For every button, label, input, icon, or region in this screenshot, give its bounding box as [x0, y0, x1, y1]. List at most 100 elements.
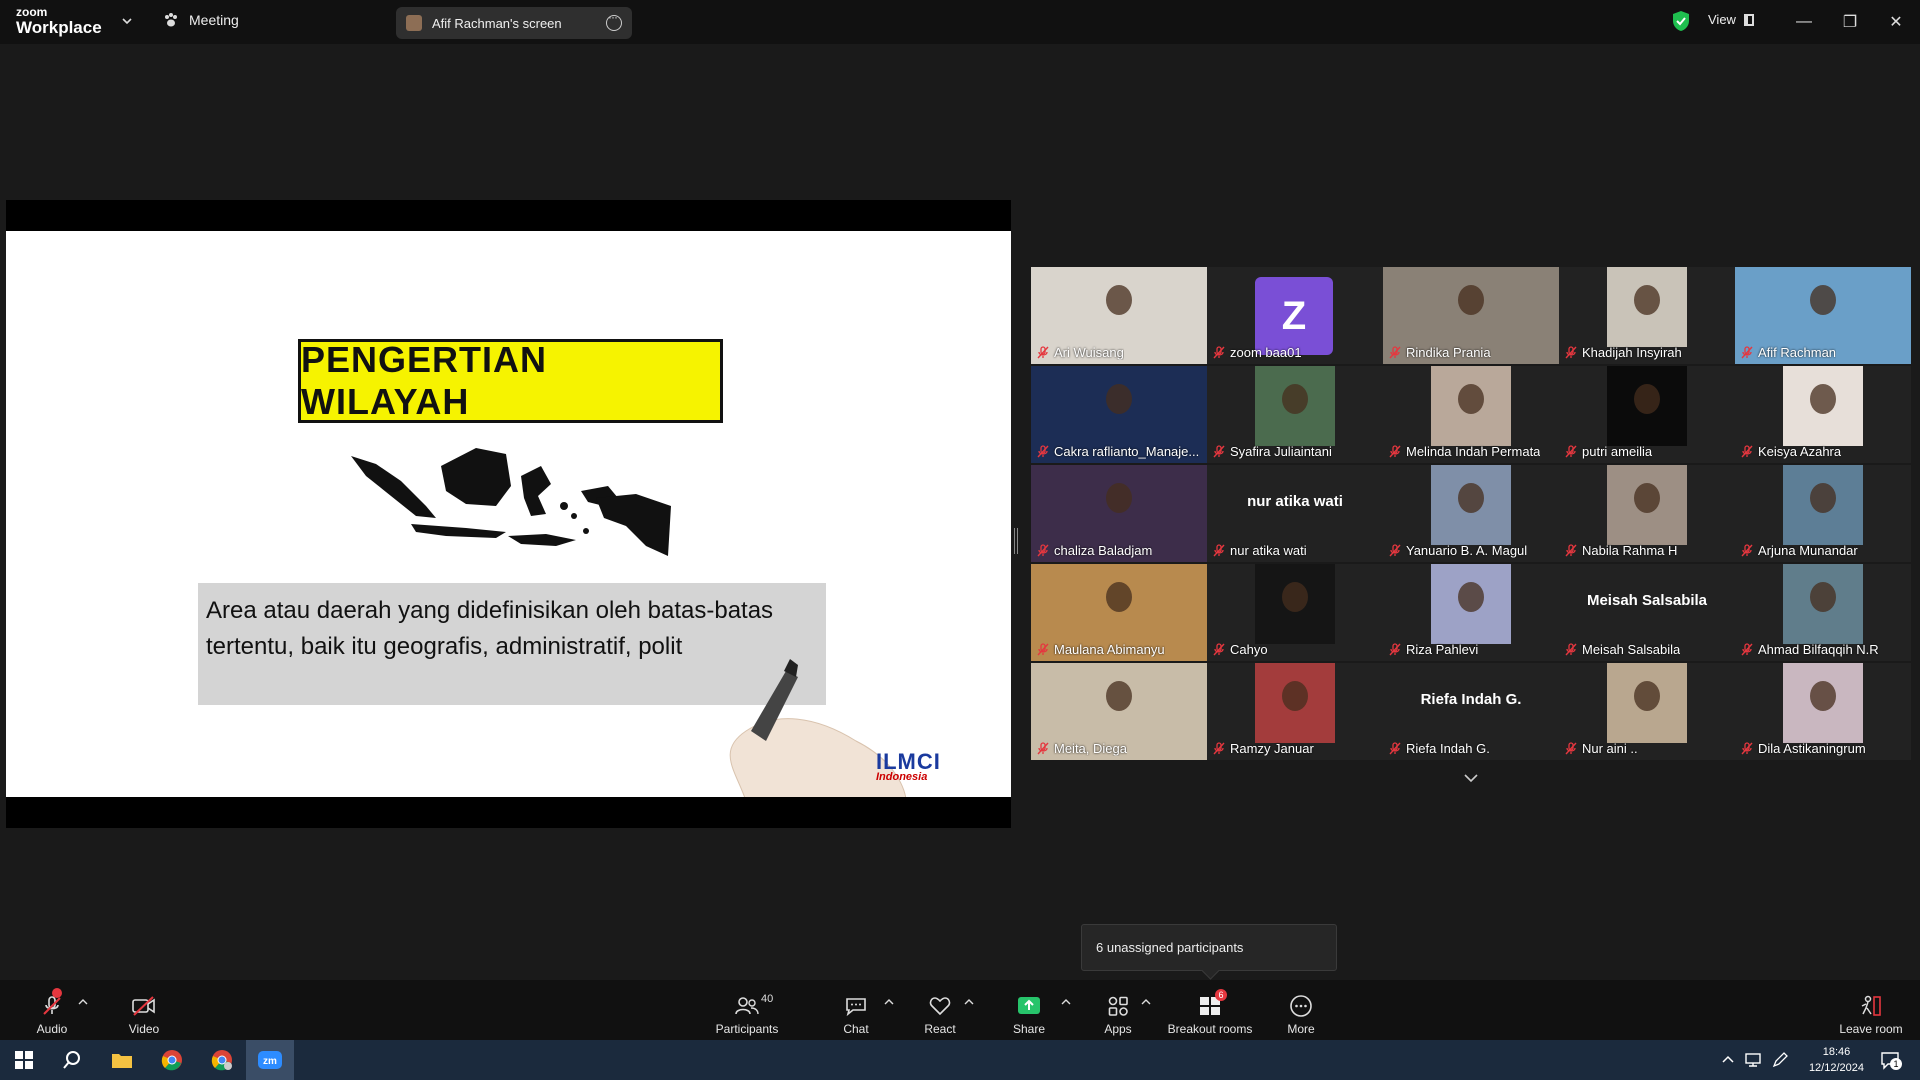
participant-tile[interactable]: Yanuario B. A. Magul	[1383, 465, 1559, 562]
participant-tile[interactable]: Cahyo	[1207, 564, 1383, 661]
view-button[interactable]: View	[1708, 12, 1754, 27]
participant-tile[interactable]: Syafira Juliaintani	[1207, 366, 1383, 463]
zoom-workplace-logo[interactable]: zoom Workplace	[16, 6, 102, 36]
chevron-down-icon[interactable]	[120, 14, 134, 28]
shared-screen[interactable]: PENGERTIAN WILAYAH Area atau daerah yang…	[6, 200, 1011, 828]
person-head-shape	[1810, 285, 1836, 315]
participant-tile[interactable]: Maulana Abimanyu	[1031, 564, 1207, 661]
participant-tile[interactable]: Nur aini ..	[1559, 663, 1735, 760]
participant-name: chaliza Baladjam	[1054, 543, 1153, 558]
chevron-down-icon[interactable]	[1460, 770, 1482, 786]
participant-tile[interactable]: Arjuna Munandar	[1735, 465, 1911, 562]
breakout-rooms-button[interactable]: Breakout rooms	[1163, 980, 1257, 1040]
participant-name-row: Ramzy Januar	[1213, 741, 1314, 756]
participant-tile[interactable]: Ramzy Januar	[1207, 663, 1383, 760]
minimize-icon[interactable]: —	[1791, 9, 1817, 35]
participant-tile[interactable]: Nabila Rahma H	[1559, 465, 1735, 562]
participant-video	[1783, 465, 1863, 545]
participant-name-row: zoom baa01	[1213, 345, 1302, 360]
participant-tile[interactable]: Meisah Salsabila Meisah Salsabila	[1559, 564, 1735, 661]
microphone-muted-icon	[1037, 445, 1049, 458]
participant-tile[interactable]: putri ameilia	[1559, 366, 1735, 463]
participant-name: Syafira Juliaintani	[1230, 444, 1332, 459]
search-icon[interactable]	[48, 1040, 96, 1080]
person-head-shape	[1810, 681, 1836, 711]
title-bar: zoom Workplace Meeting Afif Rachman's sc…	[0, 0, 1920, 44]
participant-tile[interactable]: Cakra raflianto_Manaje...	[1031, 366, 1207, 463]
participant-tile[interactable]: chaliza Baladjam	[1031, 465, 1207, 562]
shield-check-icon[interactable]	[1672, 10, 1690, 32]
windows-start-icon[interactable]	[0, 1040, 48, 1080]
participant-gallery: Ari Wuisang Zzoom baa01 Rindika Prania Khad…	[1031, 267, 1911, 763]
participant-tile[interactable]: nur atika wati nur atika wati	[1207, 465, 1383, 562]
split-view-handle[interactable]	[1014, 528, 1018, 554]
participant-tile[interactable]: Dila Astikaningrum	[1735, 663, 1911, 760]
apps-icon	[1108, 996, 1128, 1016]
participant-video	[1783, 366, 1863, 446]
participant-name: Ramzy Januar	[1230, 741, 1314, 756]
more-icon[interactable]	[606, 10, 622, 31]
person-head-shape	[1810, 582, 1836, 612]
restore-icon[interactable]: ❐	[1837, 9, 1863, 35]
participant-name-row: Syafira Juliaintani	[1213, 444, 1332, 459]
meeting-menu[interactable]: Meeting	[163, 12, 239, 28]
participant-name: Yanuario B. A. Magul	[1406, 543, 1528, 558]
chevron-up-icon[interactable]	[1722, 1054, 1734, 1064]
system-clock[interactable]: 18:46 12/12/2024	[1809, 1044, 1864, 1076]
chevron-up-icon[interactable]	[964, 998, 974, 1006]
participant-name: Afif Rachman	[1758, 345, 1837, 360]
apps-button[interactable]: Apps	[1100, 980, 1136, 1040]
person-head-shape	[1634, 483, 1660, 513]
chrome-profile-icon[interactable]	[198, 1040, 246, 1080]
person-head-shape	[1458, 483, 1484, 513]
participant-tile[interactable]: Riza Pahlevi	[1383, 564, 1559, 661]
notification-count: 1	[1890, 1058, 1902, 1070]
chat-button[interactable]: Chat	[838, 980, 874, 1040]
apps-label: Apps	[1104, 1022, 1132, 1036]
participant-video	[1607, 465, 1687, 545]
microphone-muted-icon	[1037, 643, 1049, 656]
participant-name-row: Melinda Indah Permata	[1389, 444, 1540, 459]
notification-icon[interactable]: 1	[1880, 1050, 1902, 1070]
participant-tile[interactable]: Zzoom baa01	[1207, 267, 1383, 364]
participant-tile[interactable]: Rindika Prania	[1383, 267, 1559, 364]
participant-name-row: Ahmad Bilfaqqih N.R	[1741, 642, 1879, 657]
share-button[interactable]: Share	[1011, 980, 1047, 1040]
person-head-shape	[1282, 384, 1308, 414]
participant-name: Riza Pahlevi	[1406, 642, 1479, 657]
network-icon[interactable]	[1744, 1052, 1762, 1068]
participant-name: Meisah Salsabila	[1582, 642, 1681, 657]
screen-share-indicator[interactable]: Afif Rachman's screen	[396, 7, 632, 39]
participant-tile[interactable]: Riefa Indah G. Riefa Indah G.	[1383, 663, 1559, 760]
zoom-icon[interactable]: zm	[246, 1040, 294, 1080]
participants-button[interactable]: Participants	[712, 980, 782, 1040]
file-explorer-icon[interactable]	[98, 1040, 146, 1080]
chevron-up-icon[interactable]	[1141, 998, 1151, 1006]
participant-tile[interactable]: Khadijah Insyirah	[1559, 267, 1735, 364]
participant-name: Rindika Prania	[1406, 345, 1491, 360]
participant-name-row: Rindika Prania	[1389, 345, 1491, 360]
person-head-shape	[1458, 582, 1484, 612]
audio-alert-badge	[52, 988, 62, 998]
close-icon[interactable]: ✕	[1883, 9, 1909, 35]
meeting-toolbar: Audio Video Participants 40 Chat React S…	[0, 980, 1920, 1040]
react-button[interactable]: React	[922, 980, 958, 1040]
chrome-icon[interactable]	[148, 1040, 196, 1080]
video-button[interactable]: Video	[124, 980, 164, 1040]
participant-tile[interactable]: Afif Rachman	[1735, 267, 1911, 364]
participant-tile[interactable]: Keisya Azahra	[1735, 366, 1911, 463]
svg-text:zm: zm	[263, 1056, 277, 1067]
chevron-up-icon[interactable]	[1061, 998, 1071, 1006]
more-button[interactable]: More	[1283, 980, 1319, 1040]
participant-name-row: Nabila Rahma H	[1565, 543, 1677, 558]
microphone-muted-icon	[1037, 544, 1049, 557]
participant-tile[interactable]: Ari Wuisang	[1031, 267, 1207, 364]
pen-icon[interactable]	[1772, 1052, 1788, 1068]
participant-tile[interactable]: Ahmad Bilfaqqih N.R	[1735, 564, 1911, 661]
chevron-up-icon[interactable]	[78, 998, 88, 1006]
participant-tile[interactable]: Melinda Indah Permata	[1383, 366, 1559, 463]
participants-label: Participants	[715, 1022, 779, 1036]
chevron-up-icon[interactable]	[884, 998, 894, 1006]
leave-room-button[interactable]: Leave room	[1838, 980, 1904, 1040]
participant-tile[interactable]: Meita, Diega	[1031, 663, 1207, 760]
